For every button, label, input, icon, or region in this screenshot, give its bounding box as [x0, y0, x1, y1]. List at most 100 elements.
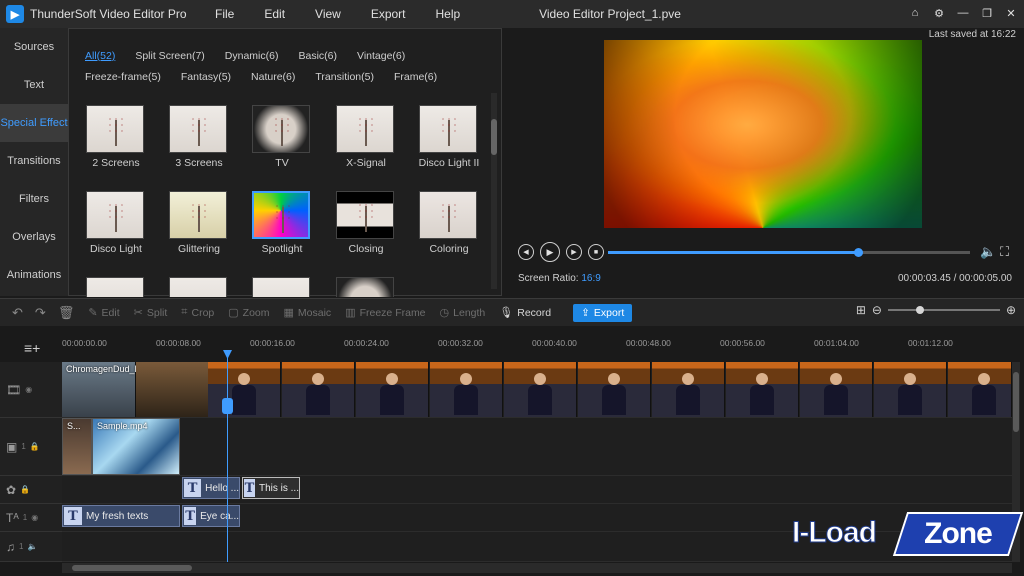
library-scrollbar[interactable] — [491, 93, 497, 289]
visibility-icon[interactable]: ◉ — [31, 513, 38, 522]
next-frame-icon[interactable]: ▶ — [566, 244, 582, 260]
close-icon[interactable]: ✕ — [1004, 6, 1018, 20]
fit-timeline-icon[interactable]: ⊞ — [856, 303, 866, 317]
effect-item-selected[interactable]: Spotlight — [249, 191, 319, 261]
effect-item[interactable]: Closing — [333, 191, 403, 261]
fullscreen-icon[interactable]: ⛶ — [1000, 244, 1009, 260]
home-icon[interactable]: ⌂ — [908, 6, 922, 20]
filter-all[interactable]: All(52) — [85, 50, 115, 62]
zoom-out-icon[interactable]: ⊖ — [872, 303, 882, 317]
effect-item[interactable] — [166, 277, 236, 297]
text-icon: T — [184, 507, 197, 525]
app-logo-icon: ▶ — [6, 5, 24, 23]
effect-item[interactable]: Glittering — [166, 191, 236, 261]
zoom-slider[interactable] — [887, 306, 1000, 314]
effect-thumbnail — [86, 191, 144, 239]
freeze-frame-button[interactable]: ▥ Freeze Frame — [345, 306, 426, 320]
video-track-header: 🎞 ◉ — [0, 362, 62, 418]
zoom-in-icon[interactable]: ⊕ — [1006, 303, 1016, 317]
screen-ratio-value[interactable]: 16:9 — [581, 273, 600, 284]
mute-icon[interactable]: 🔈 — [27, 542, 37, 551]
video-track[interactable]: ChromagenDud_Hert.mp4 — [62, 362, 1012, 418]
effect-item[interactable]: 2 Screens — [83, 105, 153, 175]
menu-edit[interactable]: Edit — [249, 7, 300, 21]
effect-item[interactable] — [249, 277, 319, 297]
menu-view[interactable]: View — [300, 7, 356, 21]
zoom-button[interactable]: ▢ Zoom — [228, 306, 269, 320]
maximize-icon[interactable]: ❐ — [980, 6, 994, 20]
zoom-slider-handle[interactable] — [915, 306, 924, 314]
text-clip-selected[interactable]: T This is ... — [242, 477, 300, 499]
pip-track[interactable]: S... Sample.mp4 — [62, 418, 1012, 476]
mosaic-button[interactable]: ▦ Mosaic — [284, 306, 332, 320]
crop-button[interactable]: ⌗ Crop — [181, 306, 214, 319]
stop-icon[interactable]: ■ — [588, 244, 604, 260]
delete-icon[interactable]: 🗑 — [58, 305, 75, 321]
effect-item[interactable]: X-Signal — [333, 105, 403, 175]
playhead-grip[interactable] — [222, 398, 233, 414]
minimize-icon[interactable]: — — [956, 6, 970, 20]
filter-split-screen[interactable]: Split Screen(7) — [135, 50, 204, 62]
seek-bar[interactable] — [608, 248, 970, 257]
redo-icon[interactable]: ↷ — [35, 305, 46, 321]
nav-overlays[interactable]: Overlays — [0, 218, 68, 256]
filter-nature[interactable]: Nature(6) — [251, 71, 295, 83]
text-track-header: Tᴬ 1 ◉ — [0, 504, 62, 532]
text-clip[interactable]: T Eye ca... — [182, 505, 240, 527]
lock-icon[interactable]: 🔒 — [20, 485, 30, 494]
effect-item[interactable] — [83, 277, 153, 297]
filter-frame[interactable]: Frame(6) — [394, 71, 437, 83]
menu-help[interactable]: Help — [421, 7, 476, 21]
menu-export[interactable]: Export — [356, 7, 421, 21]
filter-transition[interactable]: Transition(5) — [315, 71, 374, 83]
filter-freeze-frame[interactable]: Freeze-frame(5) — [85, 71, 161, 83]
timeline-horizontal-scrollbar[interactable] — [62, 563, 1012, 573]
lock-icon[interactable]: 🔒 — [30, 442, 40, 451]
pip-clip[interactable]: S... — [62, 418, 92, 475]
video-clip[interactable] — [136, 362, 208, 417]
effect-item[interactable] — [333, 277, 403, 297]
volume-icon[interactable]: 🔈 — [980, 244, 996, 260]
pip-clip[interactable]: Sample.mp4 — [92, 418, 180, 475]
visibility-icon[interactable]: ◉ — [25, 385, 32, 394]
nav-transitions[interactable]: Transitions — [0, 142, 68, 180]
freeze-frame-label: Freeze Frame — [359, 306, 426, 319]
playhead[interactable] — [227, 352, 228, 562]
previous-frame-icon[interactable]: ◀ — [518, 244, 534, 260]
nav-special-effect[interactable]: Special Effect — [0, 104, 68, 142]
split-button[interactable]: ✂ Split — [133, 306, 168, 320]
export-button[interactable]: ⇪ Export — [573, 303, 633, 322]
filter-vintage[interactable]: Vintage(6) — [357, 50, 405, 62]
add-track-icon[interactable]: ≡+ — [24, 340, 40, 356]
text-clip[interactable]: T My fresh texts — [62, 505, 180, 527]
length-button[interactable]: ◷ Length — [440, 306, 486, 320]
watermark-right: Zone — [924, 517, 992, 550]
effect-item[interactable]: TV — [249, 105, 319, 175]
effect-item[interactable]: 3 Screens — [166, 105, 236, 175]
filter-fantasy[interactable]: Fantasy(5) — [181, 71, 231, 83]
play-icon[interactable]: ▶ — [540, 242, 560, 262]
effect-item[interactable]: Disco Light II — [416, 105, 486, 175]
seek-handle[interactable] — [853, 248, 863, 257]
video-clip[interactable]: ChromagenDud_Hert.mp4 — [62, 362, 172, 417]
split-icon: ✂ — [133, 307, 143, 319]
menu-file[interactable]: File — [200, 7, 249, 21]
nav-animations[interactable]: Animations — [0, 256, 68, 294]
nav-filters[interactable]: Filters — [0, 180, 68, 218]
filter-basic[interactable]: Basic(6) — [298, 50, 337, 62]
time-ruler[interactable]: 00:00:00.00 00:00:08.00 00:00:16.00 00:0… — [62, 338, 1024, 362]
record-button[interactable]: 🎙 Record — [499, 306, 551, 320]
text-track-1[interactable]: T Hello ... T This is ... — [62, 476, 1012, 504]
filter-dynamic[interactable]: Dynamic(6) — [225, 50, 279, 62]
nav-text[interactable]: Text — [0, 66, 68, 104]
effect-item[interactable]: Coloring — [416, 191, 486, 261]
edit-button[interactable]: ✎ Edit — [88, 306, 119, 320]
text-clip[interactable]: T Hello ... — [182, 477, 240, 499]
video-frame — [208, 362, 281, 417]
undo-icon[interactable]: ↶ — [12, 305, 23, 321]
export-icon: ⇪ — [581, 306, 590, 319]
settings-icon[interactable]: ⚙ — [932, 6, 946, 20]
nav-sources[interactable]: Sources — [0, 28, 68, 66]
effect-thumbnail — [419, 105, 477, 153]
effect-item[interactable]: Disco Light — [83, 191, 153, 261]
